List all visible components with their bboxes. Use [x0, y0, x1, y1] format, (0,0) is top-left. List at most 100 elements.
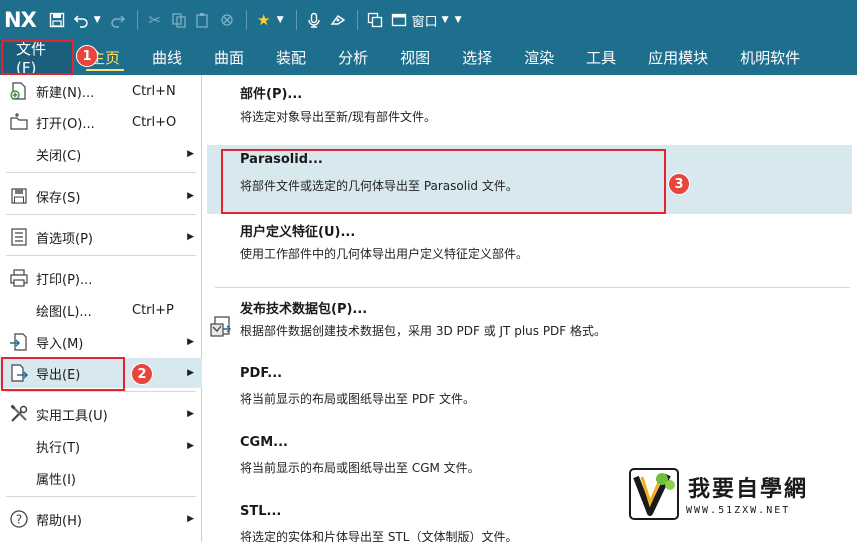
export-item-title: CGM... [240, 435, 288, 450]
menu-item-label: 首选项(P) [36, 231, 93, 247]
callout-badge-1: 1 [76, 45, 98, 67]
export-item-desc: 将当前显示的布局或图纸导出至 PDF 文件。 [240, 392, 476, 406]
copy-icon [168, 9, 190, 31]
tab-analysis[interactable]: 分析 [322, 40, 384, 75]
export-item-part[interactable]: 部件(P)... 将选定对象导出至新/现有部件文件。 [207, 75, 852, 143]
submenu-arrow-icon: ▶ [187, 441, 194, 451]
file-menu: 新建(N)... Ctrl+N 打开(O)... Ctrl+O 关闭(C) ▶ … [0, 75, 202, 542]
menu-item-label: 执行(T) [36, 440, 81, 456]
save-icon [6, 183, 32, 209]
tab-assembly[interactable]: 装配 [260, 40, 322, 75]
export-item-desc: 将选定对象导出至新/现有部件文件。 [240, 110, 437, 124]
menu-item-open[interactable]: 打开(O)... Ctrl+O [0, 107, 202, 137]
switch-window-icon[interactable] [364, 9, 386, 31]
submenu-arrow-icon: ▶ [187, 409, 194, 419]
export-item-desc: 将选定的实体和片体导出至 STL（文体制版）文件。 [240, 530, 518, 542]
callout-box-file [1, 40, 74, 75]
command-finder-icon[interactable] [327, 9, 349, 31]
export-item-udf[interactable]: 用户定义特征(U)... 使用工作部件中的几何体导出用户定义特征定义部件。 [207, 216, 852, 284]
export-item-pdf[interactable]: PDF... 将当前显示的布局或图纸导出至 PDF 文件。 [207, 361, 852, 427]
menu-item-label: 关闭(C) [36, 148, 82, 164]
tab-selection[interactable]: 选择 [446, 40, 508, 75]
menu-item-close[interactable]: 关闭(C) ▶ [0, 139, 202, 169]
tab-jiming-software[interactable]: 机明软件 [724, 40, 816, 75]
export-item-title: PDF... [240, 366, 283, 381]
favorites-dropdown-icon[interactable]: ▼ [277, 15, 284, 25]
export-item-tech-data-package[interactable]: 发布技术数据包(P)... 根据部件数据创建技术数据包，采用 3D PDF 或 … [207, 293, 852, 359]
menu-separator [6, 214, 196, 215]
menu-item-help[interactable]: ? 帮助(H) ▶ [0, 504, 202, 534]
save-icon[interactable] [46, 9, 68, 31]
menu-item-new[interactable]: 新建(N)... Ctrl+N [0, 76, 202, 106]
export-item-title: 部件(P)... [240, 87, 303, 102]
menu-item-import[interactable]: 导入(M) ▶ [0, 327, 202, 357]
toolbar-separator [245, 10, 247, 30]
tab-tools[interactable]: 工具 [570, 40, 632, 75]
submenu-arrow-icon: ▶ [187, 337, 194, 347]
tab-applications[interactable]: 应用模块 [632, 40, 724, 75]
submenu-arrow-icon: ▶ [187, 232, 194, 242]
callout-box-parasolid [221, 149, 666, 214]
watermark-url: WWW.51ZXW.NET [686, 505, 791, 516]
window-menu[interactable]: 窗口 [412, 11, 438, 30]
menu-item-label: 导入(M) [36, 336, 84, 352]
submenu-arrow-icon: ▶ [187, 514, 194, 524]
toolbar-separator [356, 10, 358, 30]
submenu-arrow-icon: ▶ [187, 191, 194, 201]
window-dropdown-icon[interactable]: ▼ [442, 15, 449, 25]
callout-box-export [1, 357, 125, 391]
nx-logo: NX [4, 8, 37, 32]
microphone-icon[interactable] [303, 9, 325, 31]
menu-item-execute[interactable]: 执行(T) ▶ [0, 431, 202, 461]
new-file-icon [6, 78, 32, 104]
help-icon: ? [6, 506, 32, 532]
export-item-desc: 根据部件数据创建技术数据包，采用 3D PDF 或 JT plus PDF 格式… [240, 324, 607, 338]
window-icon[interactable] [388, 9, 410, 31]
menu-item-save[interactable]: 保存(S) ▶ [0, 181, 202, 211]
customize-toolbar-icon[interactable]: ▼ [455, 15, 462, 25]
menu-item-shortcut: Ctrl+P [132, 302, 174, 318]
paste-icon [192, 9, 214, 31]
undo-dropdown-icon[interactable]: ▼ [94, 15, 101, 25]
svg-text:?: ? [16, 513, 22, 527]
menu-separator [6, 391, 196, 392]
ribbon-tabs: 文件(F) 主页 曲线 曲面 装配 分析 视图 选择 渲染 工具 应用模块 机明… [0, 40, 857, 77]
tab-render[interactable]: 渲染 [508, 40, 570, 75]
tab-view[interactable]: 视图 [384, 40, 446, 75]
tab-surface[interactable]: 曲面 [198, 40, 260, 75]
menu-item-utilities[interactable]: 实用工具(U) ▶ [0, 399, 202, 429]
undo-icon[interactable] [70, 9, 92, 31]
menu-item-label: 打印(P)... [36, 272, 93, 288]
menu-item-properties[interactable]: 属性(I) [0, 463, 202, 493]
menu-item-label: 帮助(H) [36, 513, 82, 529]
menu-item-preferences[interactable]: 首选项(P) ▶ [0, 222, 202, 252]
menu-item-label: 新建(N)... [36, 85, 95, 101]
favorites-star-icon[interactable]: ★ [253, 9, 275, 31]
export-item-desc: 使用工作部件中的几何体导出用户定义特征定义部件。 [240, 247, 529, 261]
printer-icon [6, 265, 32, 291]
menu-item-label: 属性(I) [36, 472, 76, 488]
open-folder-icon [6, 109, 32, 135]
menu-item-shortcut: Ctrl+O [132, 114, 177, 130]
tab-curve[interactable]: 曲线 [136, 40, 198, 75]
delete-icon [216, 9, 238, 31]
menu-item-print[interactable]: 打印(P)... [0, 263, 202, 293]
toolbar-separator [295, 10, 297, 30]
callout-badge-2: 2 [131, 363, 153, 385]
menu-separator [6, 496, 196, 497]
menu-item-label: 打开(O)... [36, 116, 95, 132]
menu-item-shortcut: Ctrl+N [132, 83, 176, 99]
callout-badge-3: 3 [668, 173, 690, 195]
export-item-desc: 将当前显示的布局或图纸导出至 CGM 文件。 [240, 461, 480, 475]
menu-item-label: 保存(S) [36, 190, 81, 206]
cut-icon: ✂ [148, 11, 161, 29]
export-item-title: STL... [240, 504, 282, 519]
watermark-logo-icon [629, 468, 679, 520]
menu-item-plot[interactable]: 绘图(L)... Ctrl+P [0, 295, 202, 325]
redo-icon [107, 9, 129, 31]
watermark: 我要自學網 WWW.51ZXW.NET [628, 465, 824, 525]
submenu-arrow-icon: ▶ [187, 368, 194, 378]
toolbar-separator [136, 10, 138, 30]
menu-separator [6, 172, 196, 173]
submenu-arrow-icon: ▶ [187, 149, 194, 159]
